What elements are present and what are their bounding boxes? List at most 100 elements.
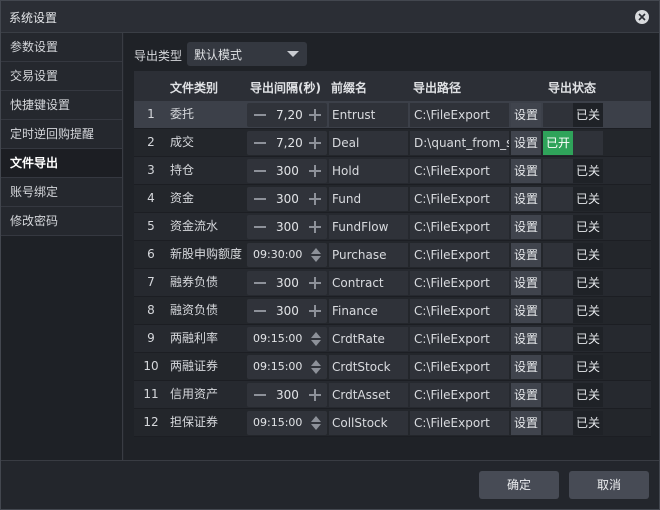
prefix-input[interactable]: Entrust: [329, 103, 408, 127]
export-status-toggle[interactable]: 已关: [543, 355, 603, 379]
minus-icon[interactable]: [254, 142, 266, 144]
spin-down-icon[interactable]: [311, 368, 321, 374]
path-input[interactable]: C:\FileExport: [410, 355, 509, 379]
table-row[interactable]: 12 担保证券 09:15:00 CollStock C:\FileExport 设置 已关: [134, 409, 651, 437]
table-row[interactable]: 9 两融利率 09:15:00 CrdtRate C:\FileExport 设置 已关: [134, 325, 651, 353]
spin-up-icon[interactable]: [311, 360, 321, 366]
export-status-toggle[interactable]: 已关: [543, 299, 603, 323]
sidebar-item-file-export[interactable]: 文件导出: [1, 149, 122, 178]
interval-time-picker[interactable]: 09:15:00: [247, 327, 327, 351]
interval-stepper[interactable]: 300: [247, 215, 327, 239]
spin-up-icon[interactable]: [311, 332, 321, 338]
prefix-input[interactable]: CollStock: [329, 411, 408, 435]
prefix-input[interactable]: Contract: [329, 271, 408, 295]
prefix-input[interactable]: CrdtAsset: [329, 383, 408, 407]
export-mode-select[interactable]: 默认模式: [187, 42, 307, 66]
interval-stepper[interactable]: 7,20: [247, 131, 327, 155]
path-input[interactable]: C:\FileExport: [410, 159, 509, 183]
path-input[interactable]: C:\FileExport: [410, 271, 509, 295]
prefix-input[interactable]: Fund: [329, 187, 408, 211]
spin-up-icon[interactable]: [311, 416, 321, 422]
spin-down-icon[interactable]: [311, 256, 321, 262]
spin-up-icon[interactable]: [311, 248, 321, 254]
sidebar-item-repo-reminder[interactable]: 定时逆回购提醒: [1, 120, 122, 149]
path-input[interactable]: D:\quant_from_s: [410, 131, 509, 155]
sidebar-item-trade[interactable]: 交易设置: [1, 62, 122, 91]
path-set-button[interactable]: 设置: [511, 355, 541, 379]
path-input[interactable]: C:\FileExport: [410, 299, 509, 323]
export-status-toggle[interactable]: 已开: [543, 131, 603, 155]
table-row[interactable]: 7 融券负债 300 Contract C:\FileExport 设置 已关: [134, 269, 651, 297]
status-badge: 已关: [573, 383, 603, 407]
confirm-button[interactable]: 确定: [479, 471, 559, 499]
sidebar-item-hotkeys[interactable]: 快捷键设置: [1, 91, 122, 120]
sidebar-item-change-password[interactable]: 修改密码: [1, 207, 122, 236]
path-set-button[interactable]: 设置: [511, 159, 541, 183]
minus-icon[interactable]: [254, 310, 266, 312]
path-set-button[interactable]: 设置: [511, 187, 541, 211]
table-row[interactable]: 6 新股申购额度 09:30:00 Purchase C:\FileExport 设置 已关: [134, 241, 651, 269]
path-input[interactable]: C:\FileExport: [410, 215, 509, 239]
export-status-toggle[interactable]: 已关: [543, 383, 603, 407]
path-set-button[interactable]: 设置: [511, 243, 541, 267]
interval-stepper[interactable]: 300: [247, 187, 327, 211]
spin-down-icon[interactable]: [311, 424, 321, 430]
path-input[interactable]: C:\FileExport: [410, 327, 509, 351]
cancel-button[interactable]: 取消: [569, 471, 649, 499]
interval-stepper[interactable]: 7,20: [247, 103, 327, 127]
path-input[interactable]: C:\FileExport: [410, 103, 509, 127]
path-set-button[interactable]: 设置: [511, 299, 541, 323]
interval-time-picker[interactable]: 09:30:00: [247, 243, 327, 267]
minus-icon[interactable]: [254, 226, 266, 228]
export-status-toggle[interactable]: 已关: [543, 243, 603, 267]
prefix-input[interactable]: CrdtRate: [329, 327, 408, 351]
close-icon[interactable]: [635, 10, 649, 24]
path-set-button[interactable]: 设置: [511, 131, 541, 155]
minus-icon[interactable]: [254, 282, 266, 284]
export-status-toggle[interactable]: 已关: [543, 411, 603, 435]
export-status-toggle[interactable]: 已关: [543, 187, 603, 211]
path-set-button[interactable]: 设置: [511, 327, 541, 351]
prefix-input[interactable]: Purchase: [329, 243, 408, 267]
table-row[interactable]: 2 成交 7,20 Deal D:\quant_from_s 设置 已开: [134, 129, 651, 157]
export-status-toggle[interactable]: 已关: [543, 103, 603, 127]
prefix-input[interactable]: CrdtStock: [329, 355, 408, 379]
minus-icon[interactable]: [254, 114, 266, 116]
export-status-toggle[interactable]: 已关: [543, 271, 603, 295]
path-set-button[interactable]: 设置: [511, 271, 541, 295]
table-row[interactable]: 10 两融证券 09:15:00 CrdtStock C:\FileExport 设置 已关: [134, 353, 651, 381]
path-set-button[interactable]: 设置: [511, 411, 541, 435]
path-set-button[interactable]: 设置: [511, 215, 541, 239]
interval-stepper[interactable]: 300: [247, 271, 327, 295]
export-status-toggle[interactable]: 已关: [543, 327, 603, 351]
prefix-input[interactable]: FundFlow: [329, 215, 408, 239]
interval-stepper[interactable]: 300: [247, 159, 327, 183]
path-input[interactable]: C:\FileExport: [410, 187, 509, 211]
path-input[interactable]: C:\FileExport: [410, 383, 509, 407]
path-input[interactable]: C:\FileExport: [410, 243, 509, 267]
path-set-button[interactable]: 设置: [511, 383, 541, 407]
table-row[interactable]: 5 资金流水 300 FundFlow C:\FileExport 设置 已关: [134, 213, 651, 241]
sidebar-item-account-binding[interactable]: 账号绑定: [1, 178, 122, 207]
minus-icon[interactable]: [254, 394, 266, 396]
path-set-button[interactable]: 设置: [511, 103, 541, 127]
table-row[interactable]: 8 融资负债 300 Finance C:\FileExport 设置 已关: [134, 297, 651, 325]
minus-icon[interactable]: [254, 170, 266, 172]
interval-time-picker[interactable]: 09:15:00: [247, 355, 327, 379]
sidebar-item-params[interactable]: 参数设置: [1, 33, 122, 62]
interval-time-picker[interactable]: 09:15:00: [247, 411, 327, 435]
table-row[interactable]: 11 信用资产 300 CrdtAsset C:\FileExport 设置 已关: [134, 381, 651, 409]
interval-stepper[interactable]: 300: [247, 299, 327, 323]
export-status-toggle[interactable]: 已关: [543, 215, 603, 239]
export-status-toggle[interactable]: 已关: [543, 159, 603, 183]
table-row[interactable]: 1 委托 7,20 Entrust C:\FileExport 设置 已关: [134, 101, 651, 129]
prefix-input[interactable]: Deal: [329, 131, 408, 155]
spin-down-icon[interactable]: [311, 340, 321, 346]
prefix-input[interactable]: Finance: [329, 299, 408, 323]
table-row[interactable]: 4 资金 300 Fund C:\FileExport 设置 已关: [134, 185, 651, 213]
interval-stepper[interactable]: 300: [247, 383, 327, 407]
path-input[interactable]: C:\FileExport: [410, 411, 509, 435]
table-row[interactable]: 3 持仓 300 Hold C:\FileExport 设置 已关: [134, 157, 651, 185]
minus-icon[interactable]: [254, 198, 266, 200]
prefix-input[interactable]: Hold: [329, 159, 408, 183]
